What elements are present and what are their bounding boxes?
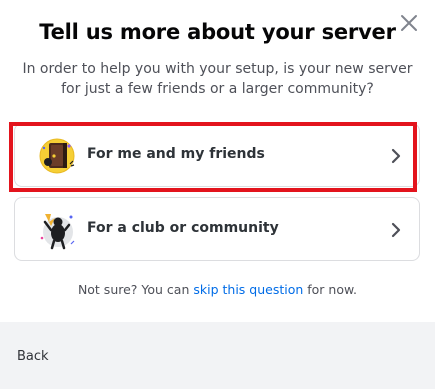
skip-prefix-text: Not sure? You can: [77, 282, 194, 297]
option-community-button[interactable]: For a club or community: [14, 197, 420, 261]
create-server-modal: Tell us more about your server In order …: [0, 0, 435, 389]
modal-title: Tell us more about your server: [39, 20, 396, 44]
chevron-right-icon: [389, 146, 403, 166]
back-button[interactable]: Back: [17, 349, 49, 364]
skip-question-line: Not sure? You can skip this question for…: [0, 282, 435, 297]
modal-subtitle: In order to help you with your setup, is…: [22, 61, 413, 97]
modal-footer: Back: [0, 322, 435, 389]
friends-illustration-icon: [35, 134, 79, 178]
option-friends-label: For me and my friends: [87, 146, 265, 162]
chevron-right-icon: [389, 220, 403, 240]
option-community-label: For a club or community: [87, 220, 279, 236]
option-friends-button[interactable]: For me and my friends: [14, 123, 420, 187]
skip-question-link[interactable]: skip this question: [193, 282, 303, 297]
community-illustration-icon: [35, 208, 79, 252]
skip-suffix-text: for now.: [303, 282, 358, 297]
